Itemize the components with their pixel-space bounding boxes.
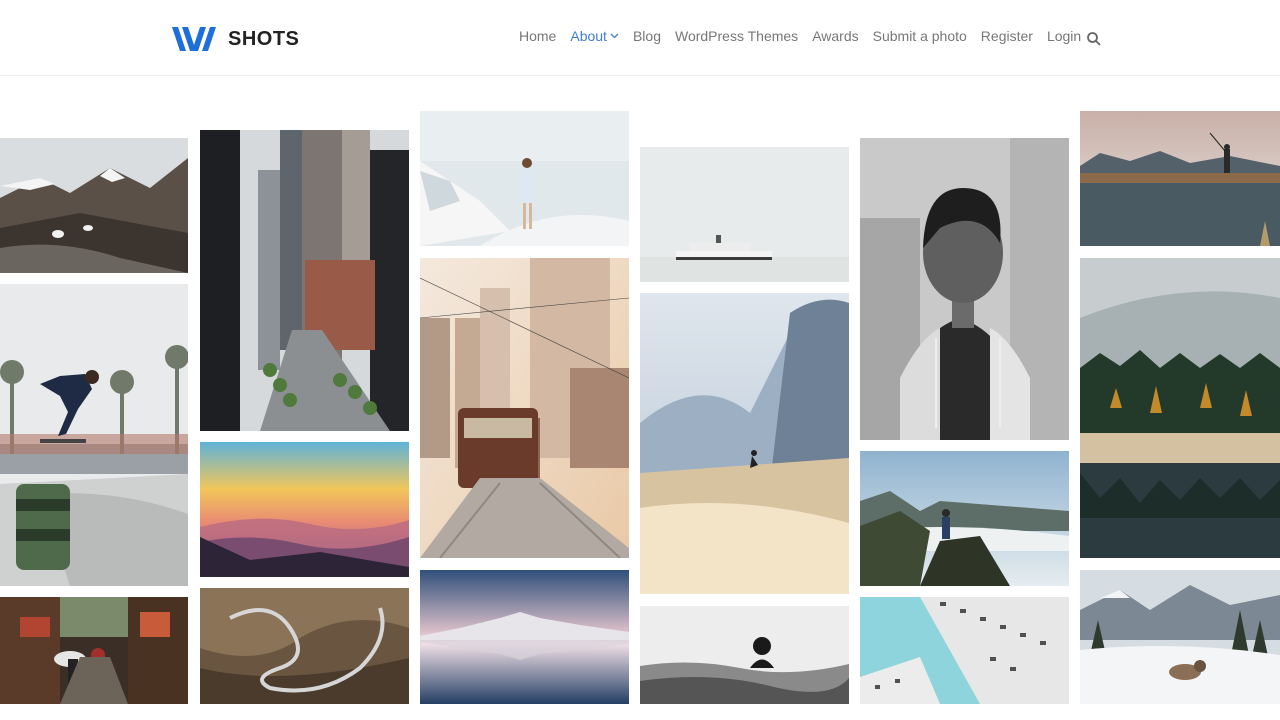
photo-sunset-mountains[interactable] <box>200 442 409 577</box>
photo-city-skyscrapers[interactable] <box>200 130 409 431</box>
photo-skateboarder[interactable] <box>0 284 188 586</box>
photo-building-lookup[interactable] <box>860 597 1069 704</box>
photo-tram-street[interactable] <box>420 258 629 558</box>
photo-ship-fog[interactable] <box>640 147 849 282</box>
photo-forest-lake[interactable] <box>1080 258 1280 558</box>
photo-alley-umbrella[interactable] <box>0 597 188 704</box>
photo-dog-snow[interactable] <box>1080 570 1280 704</box>
photo-santorini-woman[interactable] <box>420 111 629 246</box>
photo-woman-portrait[interactable] <box>860 138 1069 440</box>
photo-hiker-clouds[interactable] <box>860 451 1069 586</box>
photo-gallery <box>0 0 1280 720</box>
photo-fisherman-lake[interactable] <box>1080 111 1280 246</box>
photo-mountain-sheep[interactable] <box>0 138 188 273</box>
photo-winding-road[interactable] <box>200 588 409 704</box>
photo-swimmer-bw[interactable] <box>640 606 849 704</box>
photo-lake-reflection[interactable] <box>420 570 629 704</box>
photo-skier-cliff[interactable] <box>640 293 849 594</box>
